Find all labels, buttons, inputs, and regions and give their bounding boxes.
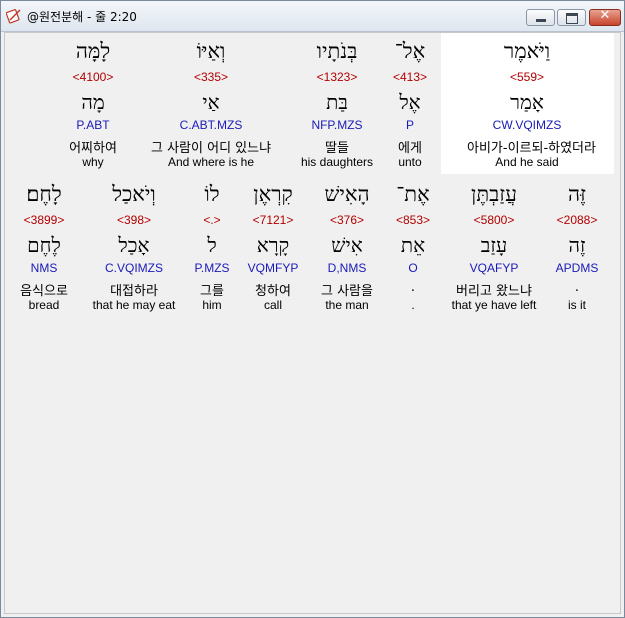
morphology-code: P.ABT — [76, 118, 110, 132]
english-gloss: why — [82, 155, 104, 169]
hebrew-word: בְּנֹתָיו — [316, 39, 358, 63]
english-gloss: And he said — [495, 155, 559, 169]
lemma: בַּת — [326, 90, 348, 114]
strong-number: <3899> — [23, 213, 65, 227]
korean-gloss: 그 사람이 어디 있느냐 — [151, 141, 272, 156]
analysis-panel: וַיֹּאמֶר <559> אָמַר CW.VQIMZS 아비가-이르되-… — [4, 32, 621, 614]
lemma: לֶחֶם — [27, 233, 61, 257]
korean-gloss: 아비가-이르되-하였더라 — [467, 141, 596, 156]
morphology-code: C.ABT.MZS — [179, 118, 243, 132]
strong-number: <559> — [509, 70, 545, 84]
window-title: @원전분해 - 줄 2:20 — [27, 10, 137, 24]
book-pen-icon — [6, 9, 21, 24]
application-window: @원전분해 - 줄 2:20 ✕ וַיֹּאמֶר <559> אָמַר C… — [0, 0, 625, 618]
hebrew-word: לָחֶם׃ — [26, 182, 62, 206]
minimize-button[interactable] — [526, 9, 555, 26]
close-button[interactable]: ✕ — [589, 8, 621, 26]
morphology-code: NFP.MZS — [311, 118, 363, 132]
hebrew-word: וְאַיּוֹ — [196, 39, 226, 63]
english-gloss: his daughters — [300, 155, 374, 169]
close-icon: ✕ — [599, 8, 611, 23]
morphology-code: NMS — [30, 261, 58, 275]
strong-number: <1323> — [316, 70, 358, 84]
hebrew-word: וַיֹּאמֶר — [503, 39, 551, 63]
korean-gloss: 딸들 — [325, 141, 349, 156]
maximize-button[interactable] — [557, 9, 586, 26]
morphology-code: CW.VQIMZS — [492, 118, 562, 132]
lemma: מָה — [81, 90, 105, 114]
korean-gloss: 어찌하여 — [69, 141, 117, 156]
strong-number: <4100> — [72, 70, 114, 84]
title-bar[interactable]: @원전분해 - 줄 2:20 ✕ — [1, 1, 624, 32]
strong-number: <335> — [193, 70, 229, 84]
english-gloss: And where is he — [167, 155, 255, 169]
hebrew-word: לָמָּה — [75, 39, 111, 63]
lemma: אָמַר — [510, 90, 544, 114]
lemma: אַי — [202, 90, 220, 114]
korean-gloss: 음식으로 — [20, 284, 68, 299]
english-gloss: bread — [28, 298, 60, 312]
